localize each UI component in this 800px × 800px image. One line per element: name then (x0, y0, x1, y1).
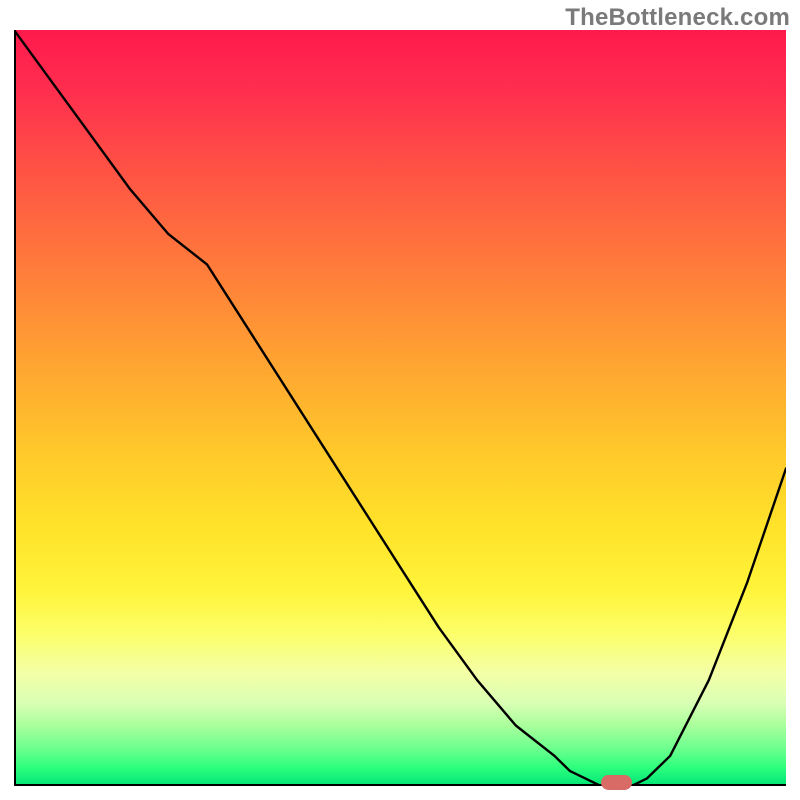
chart-container: TheBottleneck.com (0, 0, 800, 800)
optimal-marker (601, 775, 632, 790)
x-axis-line (14, 784, 786, 786)
bottleneck-curve (14, 30, 786, 786)
y-axis-line (14, 30, 16, 786)
watermark-text: TheBottleneck.com (565, 4, 790, 32)
